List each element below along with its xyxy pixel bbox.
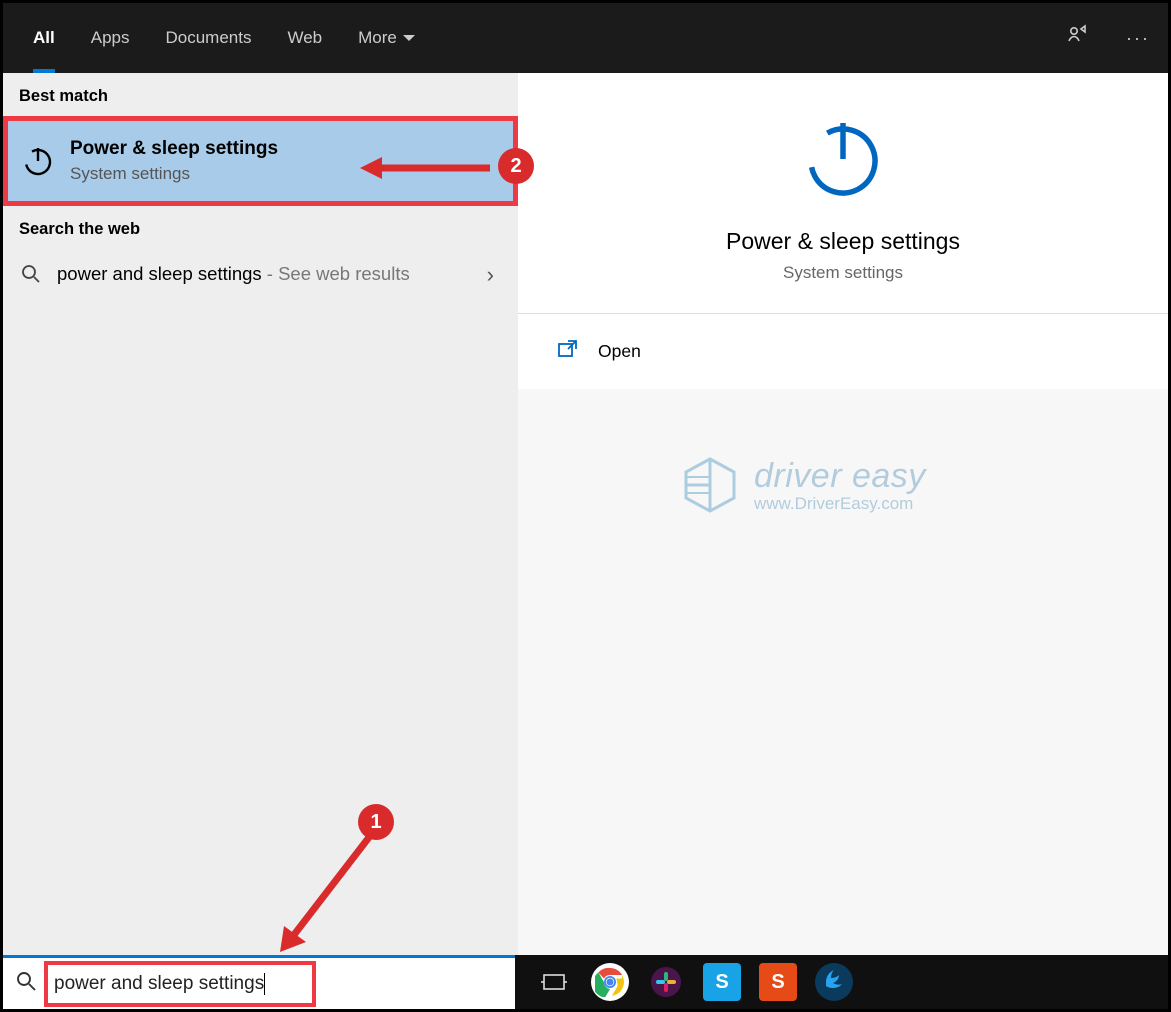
body: Best match Power & sleep settings System… — [3, 73, 1168, 1009]
tab-documents-label: Documents — [165, 28, 251, 48]
preview-pane: Power & sleep settings System settings O… — [518, 73, 1168, 1009]
web-result-text: power and sleep settings - See web resul… — [57, 261, 473, 288]
web-search-result[interactable]: power and sleep settings - See web resul… — [3, 249, 518, 301]
tab-more[interactable]: More — [340, 3, 433, 73]
power-icon — [18, 141, 58, 181]
snagit-blue-icon[interactable]: S — [703, 963, 741, 1001]
preview-subtitle: System settings — [518, 263, 1168, 283]
open-icon — [558, 340, 578, 363]
search-input-value: power and sleep settings — [54, 973, 264, 995]
tab-more-label: More — [358, 28, 397, 48]
snagit-orange-icon[interactable]: S — [759, 963, 797, 1001]
web-result-hint: - See web results — [262, 263, 410, 284]
best-match-result[interactable]: Power & sleep settings System settings — [3, 116, 518, 206]
search-filter-tabs: All Apps Documents Web More ··· — [3, 3, 1168, 73]
open-action[interactable]: Open — [518, 314, 1168, 389]
best-match-heading: Best match — [3, 73, 518, 116]
search-web-heading: Search the web — [3, 206, 518, 249]
tab-all-label: All — [33, 28, 55, 48]
tab-documents[interactable]: Documents — [147, 3, 269, 73]
preview-card: Power & sleep settings System settings — [518, 73, 1168, 314]
open-label: Open — [598, 341, 641, 362]
search-window: All Apps Documents Web More ··· Best mat… — [2, 2, 1169, 1010]
tab-apps[interactable]: Apps — [73, 3, 148, 73]
chevron-down-icon — [403, 35, 415, 41]
chrome-icon[interactable] — [591, 963, 629, 1001]
slack-icon[interactable] — [647, 963, 685, 1001]
tab-apps-label: Apps — [91, 28, 130, 48]
preview-title: Power & sleep settings — [518, 228, 1168, 255]
chevron-right-icon[interactable]: › — [487, 262, 494, 288]
feedback-icon[interactable] — [1048, 23, 1108, 53]
battlenet-icon[interactable] — [815, 963, 853, 1001]
power-icon-large — [798, 113, 888, 203]
web-result-query: power and sleep settings — [57, 263, 262, 284]
search-bar-icon — [3, 971, 49, 997]
search-bar[interactable]: power and sleep settings — [3, 955, 515, 1009]
text-caret — [264, 973, 265, 995]
tab-web[interactable]: Web — [269, 3, 340, 73]
best-match-subtitle: System settings — [70, 164, 278, 184]
taskview-icon[interactable] — [535, 963, 573, 1001]
results-pane: Best match Power & sleep settings System… — [3, 73, 518, 1009]
search-input[interactable]: power and sleep settings — [44, 961, 316, 1007]
best-match-text: Power & sleep settings System settings — [70, 138, 278, 184]
tab-all[interactable]: All — [15, 3, 73, 73]
more-options-icon[interactable]: ··· — [1108, 28, 1168, 49]
search-icon — [19, 264, 43, 289]
best-match-title: Power & sleep settings — [70, 138, 278, 160]
tab-web-label: Web — [287, 28, 322, 48]
taskbar: S S — [515, 955, 1168, 1009]
